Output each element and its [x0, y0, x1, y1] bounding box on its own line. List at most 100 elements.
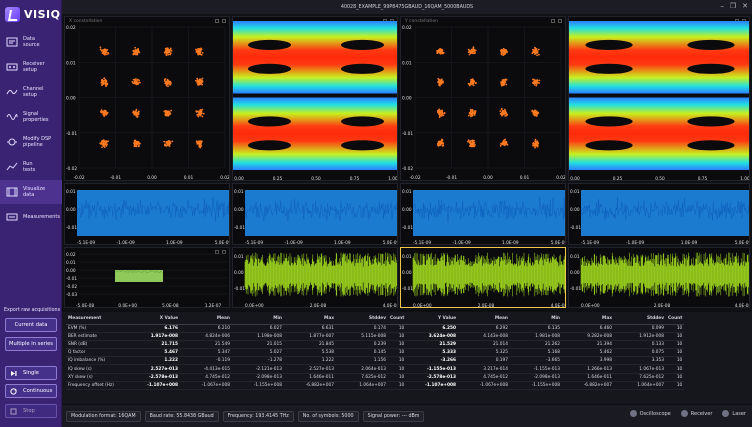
column-header[interactable]: Min [232, 314, 284, 325]
x-eye-panel[interactable]: 0.00 0.25 0.50 0.75 1.00 [232, 16, 398, 181]
tick-label: 4.0E-08 [551, 303, 566, 308]
table-cell: 10 [388, 340, 407, 350]
waveform-panel-1[interactable]: 0.01 0.00 -0.01 0.0E+00 2.0E-08 4.0E-08 [232, 247, 398, 308]
constellation-point [440, 51, 443, 54]
sidebar-item-visualize-data[interactable]: Visualize data [0, 180, 62, 204]
constellation-point [474, 81, 477, 84]
column-header[interactable]: Count [388, 314, 407, 325]
constellation-point [473, 141, 476, 144]
minimize-icon[interactable]: – [720, 2, 724, 10]
column-header[interactable]: Stddev [336, 314, 388, 325]
tick-label: -0.01 [234, 286, 245, 292]
constellation-point [163, 140, 166, 143]
waveform-panel-3[interactable]: 0.01 0.00 -0.01 0.0E+00 2.0E-08 4.0E-08 [568, 247, 750, 308]
column-header[interactable]: Mean [180, 314, 232, 325]
time-trace-plot: 0.01 0.00 -0.01 -5.1E-09 -1.0E-09 1.0E-09 5.0E… [570, 189, 749, 245]
stop-button[interactable]: Stop [5, 404, 57, 418]
eye-opening [687, 140, 735, 151]
single-button[interactable]: Single [5, 366, 57, 380]
constellation-point [438, 84, 441, 87]
signal-power-chip: Signal power: --- dBm [362, 410, 425, 422]
y-time-trace-panel-2[interactable]: 0.01 0.00 -0.01 -5.1E-09 -1.0E-09 1.0E-09 5.0E… [568, 183, 750, 245]
instrument-status: Oscilloscope Receiver Laser [629, 410, 746, 417]
table-cell: 10 [388, 332, 407, 341]
tick-label: 0.01 [520, 175, 530, 181]
tick-label: -1.0E-09 [117, 240, 135, 245]
column-header[interactable]: Min [510, 314, 562, 325]
tick-label: 0.0E+00 [413, 303, 432, 308]
table-cell: 21.529 [406, 340, 458, 350]
sidebar-item-channel-setup[interactable]: Channel setup [0, 80, 62, 104]
sidebar-item-data-source[interactable]: Data source [0, 30, 62, 54]
column-header[interactable]: Count [666, 314, 685, 325]
constellation-point [101, 52, 104, 55]
table-row: -1.155e-013 3.217e-014 -1.155e-013 1.266e-0… [406, 364, 685, 374]
tick-label: -1.0E-09 [626, 240, 644, 245]
waveform-plot: 0.01 0.00 -0.01 0.0E+00 2.0E-08 4.0E-08 [234, 252, 397, 307]
constellation-point [167, 53, 170, 56]
continuous-button[interactable]: Continuous [5, 384, 57, 398]
maximize-icon[interactable]: ❐ [730, 2, 736, 10]
sidebar-item-signal-properties[interactable]: Signal properties [0, 105, 62, 129]
waveform-panel-2[interactable]: 0.01 0.00 -0.01 0.0E+00 2.0E-08 4.0E-08 [400, 247, 566, 308]
tick-label: -5.1E-09 [245, 240, 263, 245]
y-eye-panel[interactable]: 0.00 0.25 0.50 0.75 1.00 [568, 16, 750, 181]
constellation-point [499, 110, 502, 113]
table-cell: -1.278 [232, 356, 284, 366]
column-header[interactable]: Max [562, 314, 614, 325]
table-cell: 6.631 [284, 324, 336, 333]
table-cell: 6.210 [180, 324, 232, 333]
oscilloscope-status[interactable]: Oscilloscope [629, 410, 671, 417]
sidebar-item-receiver-setup[interactable]: Receiver setup [0, 55, 62, 79]
eye-opening [340, 140, 385, 151]
eye-opening [247, 63, 292, 74]
column-header[interactable]: Y Value [406, 314, 458, 325]
constellation-point [170, 109, 173, 112]
constellation-point [167, 114, 170, 117]
constellation-point [134, 145, 137, 148]
table-row: -1.107e+008 -1.067e+008 -1.155e+008 -6.882e… [406, 381, 685, 391]
column-header[interactable]: Measurement [66, 314, 128, 325]
eye-opening [340, 63, 385, 74]
single-label: Single [23, 370, 39, 376]
close-icon[interactable]: ✕ [742, 2, 748, 10]
eye-opening [687, 39, 735, 50]
spectrum-panel[interactable]: 0.02 0.01 0.00 -0.01 -0.02 -0.03 -5.0E-08 0.0E+… [64, 247, 230, 308]
y-constellation-panel[interactable]: Y constellation 0.02 0.01 0.00 -0.01 -0.02 -0… [400, 16, 566, 181]
table-cell: 5.325 [458, 348, 510, 358]
constellation-point [107, 140, 109, 143]
table-cell: -6.882e+007 [284, 381, 336, 391]
constellation-point [531, 81, 534, 84]
x-constellation-panel[interactable]: X constellation 0.02 0.01 0.00 -0.01 -0.02 -0… [64, 16, 230, 181]
multiple-in-series-button[interactable]: Multiple in series [5, 337, 57, 351]
receiver-status[interactable]: Receiver [680, 410, 712, 417]
constellation-point [164, 82, 167, 85]
table-row: 3.624e-008 4.143e-008 1.981e-008 9.282e-008… [406, 332, 685, 341]
sidebar-item-modify-dsp-pipeline[interactable]: Modify DSP pipeline [0, 130, 62, 154]
constellation-point [535, 140, 537, 143]
tick-label: 0.00 [234, 176, 244, 181]
tick-label: -0.02 [66, 284, 77, 290]
current-data-button[interactable]: Current data [5, 318, 57, 332]
table-cell: 4.143e-008 [458, 332, 510, 341]
table-cell: -3.266 [406, 356, 458, 366]
column-header[interactable]: Max [284, 314, 336, 325]
constellation-point [164, 77, 167, 80]
time-trace-plot: 0.01 0.00 -0.01 -5.1E-09 -1.0E-09 1.0E-09 5.0E… [402, 189, 565, 244]
column-header[interactable]: X Value [128, 314, 180, 325]
column-header[interactable]: Mean [458, 314, 510, 325]
sidebar-item-run-tests[interactable]: Run tests [0, 155, 62, 179]
laser-status[interactable]: Laser [722, 410, 746, 417]
trace-fill [245, 190, 397, 236]
constellation-point [103, 115, 105, 117]
sidebar-item-measurements[interactable]: Measurements [0, 205, 62, 229]
tick-label: -0.01 [110, 175, 121, 181]
y-time-trace-panel[interactable]: 0.01 0.00 -0.01 -5.1E-09 -1.0E-09 1.0E-09 5.0E… [400, 183, 566, 245]
x-time-trace-panel[interactable]: 0.01 0.00 -0.01 -5.1E-09 -1.0E-09 1.0E-09 5.0E… [64, 183, 230, 245]
constellation-point [104, 81, 107, 84]
column-header[interactable]: Stddev [614, 314, 666, 325]
x-time-trace-panel-2[interactable]: 0.01 0.00 -0.01 -5.1E-09 -1.0E-09 1.0E-09 5.0E… [232, 183, 398, 245]
tick-label: 0.50 [655, 176, 665, 181]
constellation-point [437, 143, 440, 146]
sidebar-item-label: Run tests [23, 161, 36, 173]
